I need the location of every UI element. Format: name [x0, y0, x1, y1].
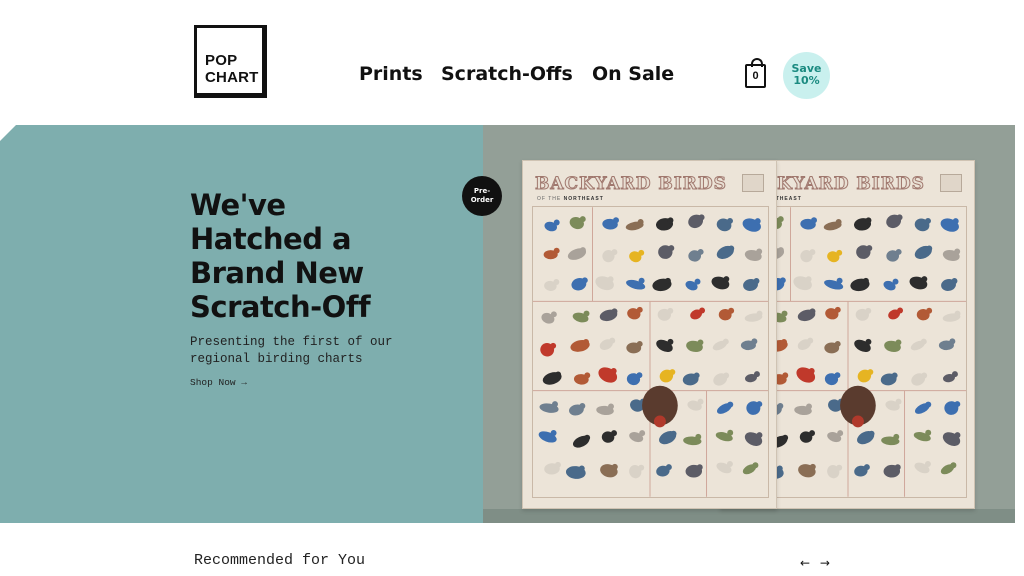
arrow-right-icon[interactable]: →: [820, 556, 830, 570]
nav-on-sale[interactable]: On Sale: [592, 63, 674, 85]
hero-corner-cut: [0, 125, 16, 141]
pre-order-badge[interactable]: Pre- Order: [462, 176, 502, 216]
poster-title: BACKYARD BIRDS: [535, 174, 727, 195]
poster-front[interactable]: BACKYARD BIRDS OF THE NORTHEAST: [522, 160, 777, 509]
arrow-left-icon[interactable]: ←: [800, 556, 810, 570]
logo-line-1: POP: [205, 52, 238, 69]
hero-subline: Presenting the first of our regional bir…: [190, 335, 393, 366]
pre-order-line-1: Pre-: [473, 187, 491, 195]
save-badge[interactable]: Save 10%: [783, 52, 830, 99]
poster-bird-illustrations: [532, 206, 769, 498]
save-badge-line-2: 10%: [793, 74, 820, 87]
logo-line-2: CHART: [205, 69, 259, 86]
pre-order-line-2: Order: [470, 196, 494, 204]
cart-bag-icon[interactable]: 0: [745, 58, 766, 88]
poster-subtitle-region: NORTHEAST: [563, 196, 604, 202]
recommended-heading: Recommended for You: [194, 552, 366, 569]
shop-now-link[interactable]: Shop Now →: [190, 377, 247, 388]
poster-region-map-icon: [940, 174, 962, 192]
headline-line-1: We've: [190, 188, 286, 222]
carousel-arrows: ← →: [800, 556, 836, 570]
cart-count: 0: [752, 70, 759, 82]
hero-text-panel: [0, 125, 483, 523]
headline-line-2: Hatched a: [190, 222, 352, 256]
nav-prints[interactable]: Prints: [359, 63, 423, 85]
headline-line-3: Brand New: [190, 256, 364, 290]
nav-scratch-offs[interactable]: Scratch-Offs: [441, 63, 573, 85]
hero-floor-strip: [483, 509, 1015, 523]
poster-subtitle: OF THE NORTHEAST: [537, 196, 604, 202]
headline-line-4: Scratch-Off: [190, 290, 371, 324]
hero-headline: We've Hatched a Brand New Scratch-Off: [190, 188, 450, 324]
poster-subtitle-prefix: OF THE: [537, 196, 562, 202]
poster-region-map-icon: [742, 174, 764, 192]
pop-chart-logo[interactable]: POP CHART: [194, 25, 267, 98]
